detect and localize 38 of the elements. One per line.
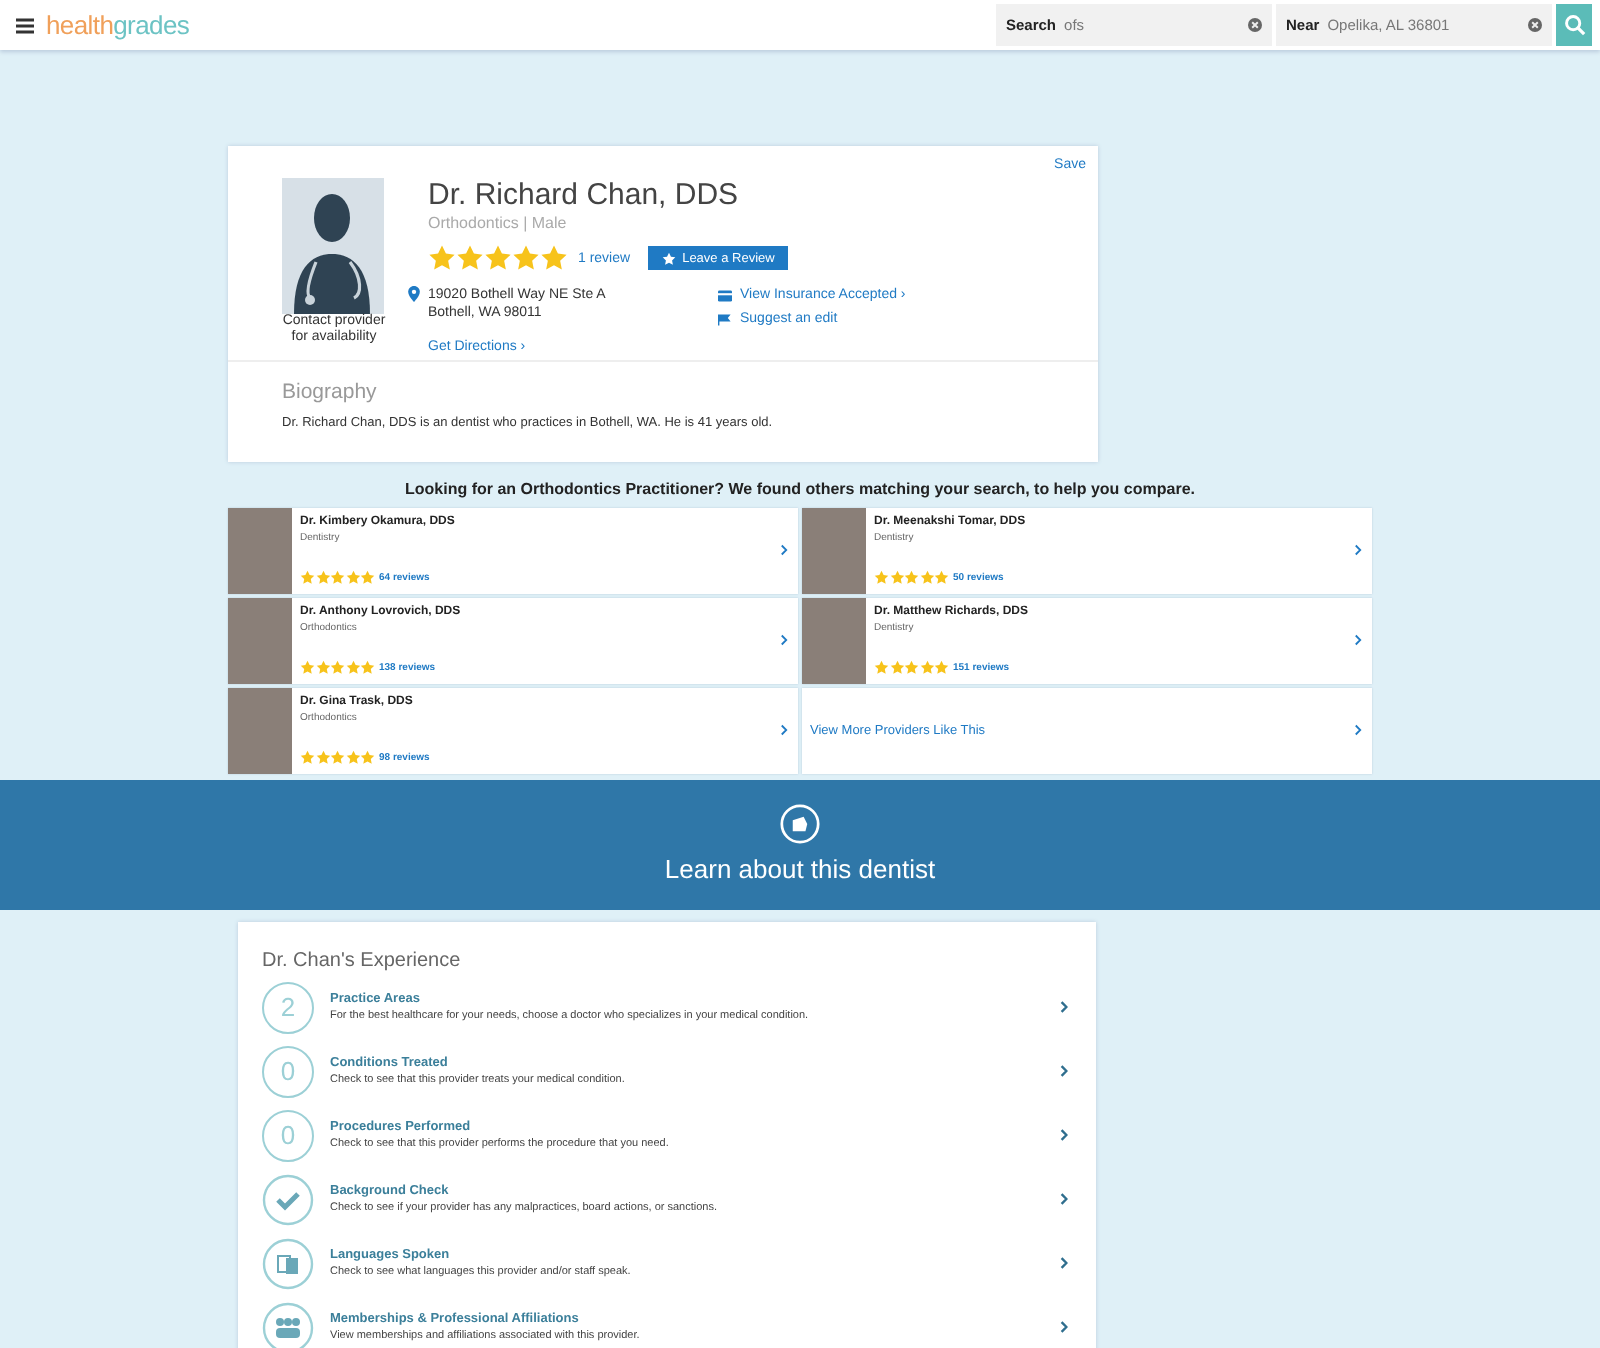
photo-placeholder xyxy=(228,687,292,774)
photo-placeholder xyxy=(228,597,292,684)
count-badge: 0 xyxy=(262,1045,314,1098)
card-icon xyxy=(718,289,732,301)
chevron-icon xyxy=(780,544,788,557)
biography-heading: Biography xyxy=(282,379,379,404)
count-badge: 0 xyxy=(262,1109,314,1162)
doctor-specialty: Orthodontics | Male xyxy=(428,214,569,232)
chevron-icon xyxy=(1354,724,1362,737)
menu-icon[interactable] xyxy=(16,17,34,33)
doctor-silhouette-icon xyxy=(282,178,384,314)
chevron-icon xyxy=(780,634,788,647)
photo-placeholder xyxy=(228,507,292,594)
checkmark-icon xyxy=(262,1173,314,1226)
photo-placeholder xyxy=(802,507,866,594)
chevron-icon xyxy=(1354,634,1362,647)
clear-icon[interactable] xyxy=(1528,18,1542,32)
star-icon xyxy=(662,251,677,265)
count-badge: 2 xyxy=(262,981,314,1034)
group-icon xyxy=(262,1301,314,1348)
chevron-icon xyxy=(780,724,788,737)
doctor-name: Dr. Richard Chan, DDS xyxy=(428,178,741,212)
chevron-icon xyxy=(1060,1128,1068,1143)
chevron-icon xyxy=(1060,1192,1068,1207)
chevron-icon xyxy=(1060,1320,1068,1335)
chevron-icon xyxy=(1060,1064,1068,1079)
translate-icon xyxy=(262,1237,314,1290)
flag-icon xyxy=(718,313,732,325)
banner-title: Learn about this dentist xyxy=(664,854,936,885)
photo-placeholder xyxy=(802,597,866,684)
location-pin-icon xyxy=(408,286,420,302)
compare-heading: Looking for an Orthodontics Practitioner? We found others matching your search, to help you compare. xyxy=(402,479,1197,498)
search-icon xyxy=(1563,14,1585,36)
chevron-icon xyxy=(1060,1000,1068,1015)
experience-heading: Dr. Chan's Experience xyxy=(262,949,463,972)
chevron-icon xyxy=(1354,544,1362,557)
clear-icon[interactable] xyxy=(1248,18,1262,32)
chevron-icon xyxy=(1060,1256,1068,1271)
